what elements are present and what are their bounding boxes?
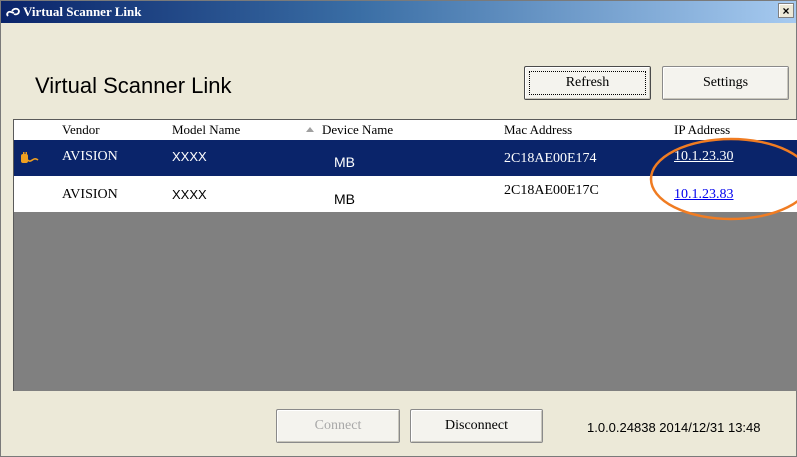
link-icon: [6, 7, 20, 17]
cell-model: XXXX: [172, 149, 207, 164]
refresh-button[interactable]: Refresh: [524, 66, 651, 100]
cell-vendor: AVISION: [62, 149, 118, 164]
list-header: Vendor Model Name Device Name Mac Addres…: [14, 120, 797, 141]
column-header-mac-address[interactable]: Mac Address: [504, 122, 572, 138]
column-header-ip-address[interactable]: IP Address: [674, 122, 730, 138]
cell-device: MB: [334, 191, 355, 207]
cell-vendor: AVISION: [62, 187, 118, 202]
cell-model: XXXX: [172, 187, 207, 202]
column-header-model-name[interactable]: Model Name: [172, 122, 240, 138]
table-row[interactable]: AVISION XXXX MB 2C18AE00E17C 10.1.23.83: [14, 176, 797, 212]
title-bar[interactable]: Virtual Scanner Link ×: [1, 1, 796, 23]
column-header-vendor[interactable]: Vendor: [62, 122, 100, 138]
app-window: Virtual Scanner Link × Virtual Scanner L…: [0, 0, 797, 457]
close-button[interactable]: ×: [778, 3, 794, 18]
version-status: 1.0.0.24838 2014/12/31 13:48: [587, 420, 761, 435]
refresh-button-label: Refresh: [529, 71, 646, 95]
window-title: Virtual Scanner Link: [23, 4, 142, 19]
connect-button[interactable]: Connect: [276, 409, 400, 443]
page-title: Virtual Scanner Link: [35, 73, 232, 98]
cell-device: MB: [334, 154, 355, 170]
settings-button[interactable]: Settings: [662, 66, 789, 100]
disconnect-button[interactable]: Disconnect: [410, 409, 543, 443]
cell-mac: 2C18AE00E174: [504, 151, 597, 166]
table-row[interactable]: AVISION XXXX MB 2C18AE00E174 10.1.23.30: [14, 140, 797, 176]
plug-icon: [21, 152, 39, 163]
sort-ascending-icon: [306, 127, 314, 132]
ip-address-link[interactable]: 10.1.23.30: [674, 149, 734, 165]
scanner-list[interactable]: Vendor Model Name Device Name Mac Addres…: [13, 119, 797, 391]
ip-address-link[interactable]: 10.1.23.83: [674, 187, 734, 203]
column-header-device-name[interactable]: Device Name: [322, 122, 393, 138]
cell-mac: 2C18AE00E17C: [504, 183, 599, 198]
